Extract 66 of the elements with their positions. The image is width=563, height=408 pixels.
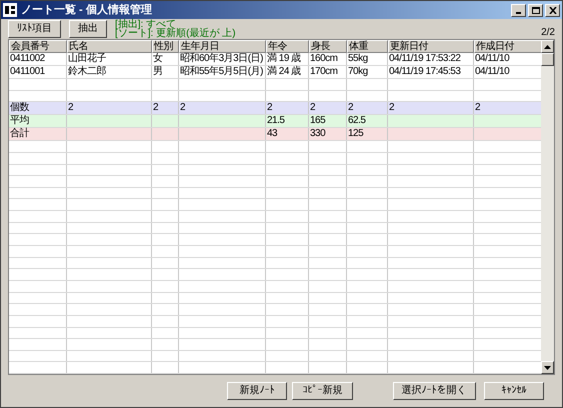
table-cell: 山田花子	[68, 53, 106, 65]
table-cell: 2	[68, 102, 74, 114]
up-arrow-icon	[544, 44, 551, 48]
maximize-icon	[532, 6, 540, 14]
table-cell: 2	[348, 102, 354, 114]
table-cell: 2	[475, 102, 480, 114]
page-count: 2/2	[541, 28, 555, 38]
table-cell: 昭和55年5月5日(月)	[180, 66, 263, 78]
table-cell: 2	[153, 102, 158, 114]
table-cell: 43	[267, 128, 278, 140]
column-header[interactable]: 氏名	[67, 40, 152, 53]
table-cell: 合計	[10, 128, 29, 140]
close-icon	[548, 6, 556, 14]
toolbar-button[interactable]: ﾘｽﾄ項目	[8, 20, 61, 38]
table-cell: 55kg	[348, 53, 368, 65]
table-cell: 2	[180, 102, 186, 114]
column-header[interactable]: 身長	[309, 40, 347, 53]
column-header[interactable]: 作成日付	[474, 40, 541, 53]
scroll-up-button[interactable]	[541, 40, 554, 53]
table-cell: 女	[153, 53, 162, 65]
minimize-button[interactable]	[511, 4, 526, 16]
scroll-thumb[interactable]	[541, 53, 554, 66]
table-cell: 満 24 歳	[267, 66, 301, 78]
table-cell: 04/11/19 17:45:53	[389, 66, 460, 78]
table-cell: 04/11/19 17:53:22	[389, 53, 460, 65]
table-cell: 鈴木二郎	[68, 66, 106, 78]
maximize-button[interactable]	[528, 4, 543, 16]
column-header[interactable]: 更新日付	[388, 40, 474, 53]
table-cell: 04/11/10	[475, 53, 510, 65]
table-cell: 2	[310, 102, 316, 114]
footer-button[interactable]: ｺﾋﾟｰ新規	[292, 382, 353, 400]
close-button[interactable]	[545, 4, 560, 16]
table-cell: 男	[153, 66, 162, 78]
table-cell: 0411002	[10, 53, 45, 65]
footer-button[interactable]: ｷｬﾝｾﾙ	[484, 382, 544, 400]
column-header[interactable]: 性別	[152, 40, 179, 53]
sort-status: [ソート]: 更新順(最近が 上)	[115, 28, 236, 38]
column-header[interactable]: 年令	[266, 40, 309, 53]
window-title: ノート一覧 - 個人情報管理	[21, 4, 152, 16]
table-cell: 2	[389, 102, 394, 114]
table-cell: 125	[348, 128, 364, 140]
table-cell: 個数	[10, 102, 29, 114]
down-arrow-icon	[544, 366, 551, 370]
column-header[interactable]: 生年月日	[179, 40, 266, 53]
table-cell: 0411001	[10, 66, 45, 78]
table-cell: 165	[310, 115, 326, 128]
table-cell: 170cm	[310, 66, 338, 78]
column-header[interactable]: 会員番号	[9, 40, 67, 53]
scrollbar[interactable]	[541, 40, 554, 374]
table-cell: 330	[310, 128, 326, 140]
table-cell: 平均	[10, 115, 29, 128]
table-cell: 満 19 歳	[267, 53, 301, 65]
footer-button[interactable]: 新規ﾉｰﾄ	[227, 382, 288, 400]
table-cell: 昭和60年3月3日(日)	[180, 53, 263, 65]
table-cell: 70kg	[348, 66, 368, 78]
table-cell: 2	[267, 102, 272, 114]
toolbar-button[interactable]: 抽出	[69, 20, 107, 38]
table-cell: 21.5	[267, 115, 284, 128]
filter-status: [抽出]: すべて	[115, 20, 176, 28]
table-cell: 62.5	[348, 115, 366, 128]
app-icon	[3, 3, 17, 17]
table-cell: 04/11/10	[475, 66, 510, 78]
column-header[interactable]: 体重	[347, 40, 388, 53]
scroll-down-button[interactable]	[541, 361, 554, 374]
table-cell: 160cm	[310, 53, 338, 65]
footer-button[interactable]: 選択ﾉｰﾄを開く	[392, 382, 476, 400]
